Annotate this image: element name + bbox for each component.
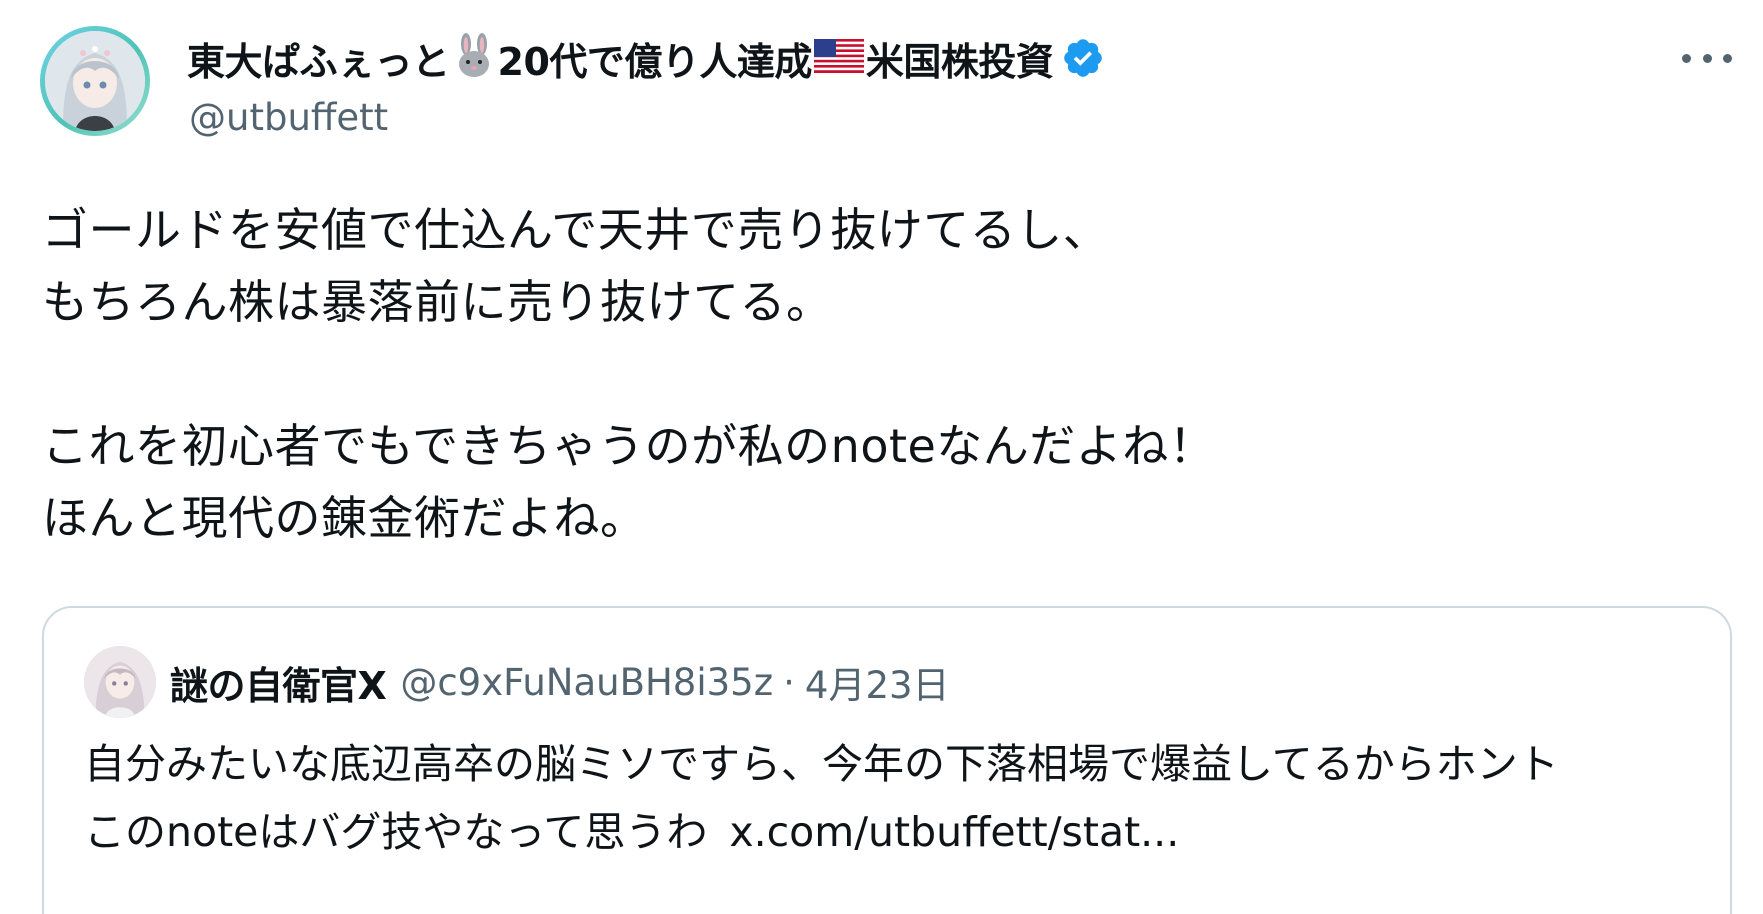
quoted-link[interactable]: x.com/utbuffett/stat... bbox=[729, 808, 1179, 856]
tweet-text: ゴールドを安値で仕込んで天井で売り抜けてるし、 もちろん株は暴落前に売り抜けてる… bbox=[42, 194, 1722, 554]
us-flag-emoji bbox=[813, 39, 864, 77]
quoted-tweet-card[interactable]: 謎の自衛官X @c9xFuNauBH8i35z · 4月23日 自分みたいな底辺… bbox=[42, 606, 1732, 914]
quoted-date[interactable]: 4月23日 bbox=[805, 655, 950, 709]
quoted-author-avatar[interactable] bbox=[84, 646, 156, 718]
author-avatar[interactable] bbox=[40, 26, 150, 136]
quoted-author-name[interactable]: 謎の自衛官X bbox=[170, 655, 387, 710]
quoted-separator: · bbox=[783, 660, 795, 704]
tweet-line: ほんと現代の錬金術だよね。 bbox=[42, 491, 647, 545]
tweet-line: これを初心者でもできちゃうのが私のnoteなんだよね！ bbox=[42, 419, 1216, 473]
quoted-tweet-text: 自分みたいな底辺高卒の脳ミソですら、今年の下落相場で爆益してるからホント このn… bbox=[84, 730, 1724, 866]
rabbit-face-emoji bbox=[452, 33, 496, 83]
verified-badge-icon bbox=[1061, 36, 1105, 80]
author-name-part1[interactable]: 東大ぱふぇっと bbox=[187, 31, 450, 86]
quoted-line: このnoteはバグ技やなって思うわ bbox=[84, 808, 708, 856]
quoted-line-with-link: このnoteはバグ技やなって思うわ x.com/utbuffett/stat... bbox=[84, 798, 1724, 866]
author-name-row[interactable]: 東大ぱふぇっと 20代で億り人達成 米国株投資 bbox=[187, 30, 1105, 86]
more-horizontal-icon[interactable] bbox=[1682, 40, 1732, 76]
quoted-line: 自分みたいな底辺高卒の脳ミソですら、今年の下落相場で爆益してるからホント bbox=[84, 740, 1559, 788]
tweet-line: もちろん株は暴落前に売り抜けてる。 bbox=[42, 275, 833, 329]
quoted-tweet-header: 謎の自衛官X @c9xFuNauBH8i35z · 4月23日 bbox=[84, 646, 950, 718]
quoted-author-handle[interactable]: @c9xFuNauBH8i35z bbox=[400, 661, 773, 704]
tweet-card: 東大ぱふぇっと 20代で億り人達成 米国株投資 @utbuffett ゴールドを… bbox=[0, 0, 1763, 914]
author-name-part2[interactable]: 20代で億り人達成 bbox=[498, 31, 813, 86]
tweet-line: ゴールドを安値で仕込んで天井で売り抜けてるし、 bbox=[42, 203, 1110, 257]
author-name-part3[interactable]: 米国株投資 bbox=[866, 31, 1054, 86]
author-handle[interactable]: @utbuffett bbox=[189, 96, 388, 139]
